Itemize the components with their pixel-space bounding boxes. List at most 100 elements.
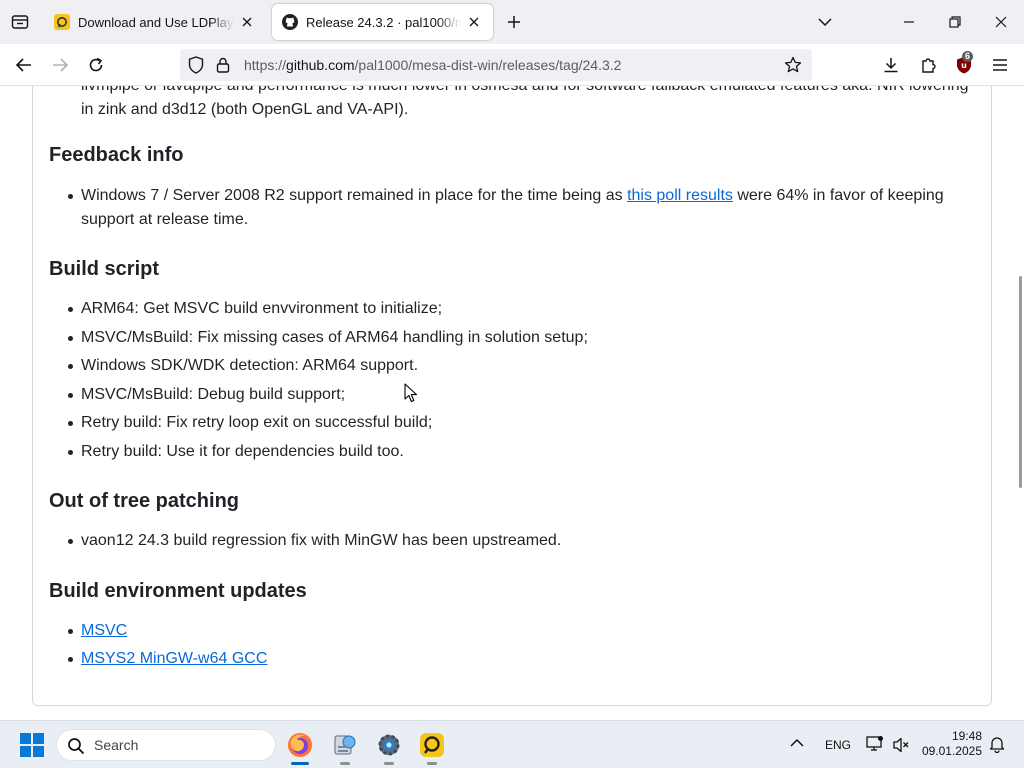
language-indicator[interactable]: ENG bbox=[825, 738, 851, 752]
minimize-button[interactable] bbox=[886, 0, 932, 44]
firefox-icon bbox=[288, 733, 312, 757]
tab-title: Release 24.3.2 · pal1000/mesa-dist-win bbox=[306, 14, 461, 30]
network-monitor-icon bbox=[866, 736, 883, 751]
feedback-text-after: were 64% in favor of keeping bbox=[732, 187, 944, 204]
url-path: /pal1000/mesa-dist-win/releases/tag/24.3… bbox=[354, 57, 622, 73]
ldplayer-favicon bbox=[54, 14, 70, 30]
speaker-muted-icon bbox=[893, 737, 909, 753]
ldplayer-icon bbox=[420, 733, 444, 757]
tracking-protection-icon[interactable] bbox=[188, 56, 204, 79]
feedback-list: Windows 7 / Server 2008 R2 support remai… bbox=[49, 184, 949, 232]
list-item: vaon12 24.3 build regression fix with Mi… bbox=[49, 529, 561, 553]
mouse-cursor-icon bbox=[404, 383, 418, 408]
feedback-text-line2: support at release time. bbox=[81, 211, 249, 228]
puzzle-icon bbox=[922, 58, 936, 73]
search-icon bbox=[67, 737, 85, 760]
clock-time: 19:48 bbox=[951, 729, 982, 743]
notifications-button[interactable] bbox=[988, 735, 1006, 756]
clock-date: 09.01.2025 bbox=[921, 744, 982, 758]
network-status[interactable] bbox=[866, 735, 884, 756]
page-viewport: llvmpipe or lavapipe and performance is … bbox=[0, 86, 1024, 720]
reload-icon bbox=[89, 57, 103, 72]
intro-text-line2: in zink and d3d12 (both OpenGL and VA-AP… bbox=[81, 101, 409, 118]
build-script-list: ARM64: Get MSVC build envvironment to in… bbox=[49, 297, 588, 464]
svg-text:u: u bbox=[961, 61, 967, 70]
taskbar-search-box[interactable]: Search bbox=[56, 729, 276, 761]
app-menu-button[interactable] bbox=[985, 51, 1015, 79]
tab-title: Download and Use LDPlayer on bbox=[78, 14, 234, 30]
list-all-tabs-button[interactable] bbox=[814, 11, 836, 33]
close-tab-icon[interactable] bbox=[465, 13, 483, 31]
system-clock[interactable]: 19:48 09.01.2025 bbox=[918, 729, 982, 759]
arrow-left-icon bbox=[16, 58, 31, 72]
close-window-button[interactable] bbox=[978, 0, 1024, 44]
download-icon bbox=[884, 58, 898, 73]
chevron-down-icon bbox=[818, 18, 832, 26]
restore-button[interactable] bbox=[932, 0, 978, 44]
arrow-right-icon bbox=[53, 58, 68, 72]
restore-icon bbox=[949, 16, 961, 28]
taskbar-ldplayer[interactable] bbox=[414, 727, 450, 765]
extension-badge-count: 6 bbox=[962, 51, 974, 62]
msys2-mingw-gcc-link[interactable]: MSYS2 MinGW-w64 GCC bbox=[81, 650, 267, 667]
minimize-icon bbox=[904, 21, 914, 23]
hamburger-menu-icon bbox=[993, 59, 1007, 71]
extensions-button[interactable] bbox=[913, 51, 943, 79]
chevron-up-icon bbox=[790, 738, 804, 747]
github-favicon bbox=[282, 14, 298, 30]
url-prefix: https:// bbox=[244, 57, 287, 73]
volume-status[interactable] bbox=[892, 736, 910, 757]
tab-github-release[interactable]: Release 24.3.2 · pal1000/mesa-dist-win bbox=[272, 4, 493, 40]
tab-strip: Download and Use LDPlayer on Release 24.… bbox=[0, 0, 1024, 44]
active-indicator bbox=[291, 762, 309, 765]
heading-build-environment-updates: Build environment updates bbox=[49, 580, 307, 602]
bookmark-star-icon[interactable] bbox=[784, 56, 802, 79]
heading-build-script: Build script bbox=[49, 258, 160, 280]
tab-ldplayer[interactable]: Download and Use LDPlayer on bbox=[44, 4, 266, 40]
list-item: MSVC/MsBuild: Debug build support; bbox=[49, 383, 588, 407]
scrollbar-thumb[interactable] bbox=[1019, 276, 1022, 488]
navigation-toolbar: https://github.com/pal1000/mesa-dist-win… bbox=[0, 44, 1024, 86]
taskbar-firefox[interactable] bbox=[282, 727, 318, 765]
heading-out-of-tree-patching: Out of tree patching bbox=[49, 490, 239, 512]
address-bar[interactable]: https://github.com/pal1000/mesa-dist-win… bbox=[180, 49, 812, 81]
url-text[interactable]: https://github.com/pal1000/mesa-dist-win… bbox=[244, 57, 621, 73]
lock-icon[interactable] bbox=[216, 57, 230, 78]
running-indicator bbox=[427, 762, 437, 765]
downloads-button[interactable] bbox=[876, 51, 906, 79]
poll-results-link[interactable]: this poll results bbox=[627, 187, 733, 204]
search-placeholder: Search bbox=[94, 737, 139, 753]
feedback-text-before: Windows 7 / Server 2008 R2 support remai… bbox=[81, 187, 628, 204]
list-item: MSVC bbox=[49, 619, 267, 643]
taskbar-app-2[interactable] bbox=[327, 727, 363, 765]
back-button[interactable] bbox=[9, 51, 39, 79]
build-env-list: MSVC MSYS2 MinGW-w64 GCC bbox=[49, 619, 267, 671]
plus-icon bbox=[508, 16, 520, 28]
windows-logo-icon bbox=[20, 733, 44, 757]
close-tab-icon[interactable] bbox=[238, 13, 256, 31]
new-tab-button[interactable] bbox=[503, 11, 525, 33]
list-item: MSYS2 MinGW-w64 GCC bbox=[49, 647, 267, 671]
forward-button[interactable] bbox=[45, 51, 75, 79]
windows-taskbar: Search ENG 19:48 09.01.2025 bbox=[0, 720, 1024, 768]
taskbar-settings[interactable] bbox=[371, 727, 407, 765]
intro-text-line1: llvmpipe or lavapipe and performance is … bbox=[81, 86, 969, 98]
reload-button[interactable] bbox=[81, 51, 111, 79]
list-item: Retry build: Fix retry loop exit on succ… bbox=[49, 411, 588, 435]
start-button[interactable] bbox=[20, 733, 44, 757]
app-utility-icon bbox=[334, 735, 356, 755]
list-item: Windows SDK/WDK detection: ARM64 support… bbox=[49, 354, 588, 378]
list-item: Retry build: Use it for dependencies bui… bbox=[49, 440, 588, 464]
page-scrollbar[interactable] bbox=[1016, 86, 1024, 720]
firefox-view-button[interactable] bbox=[6, 9, 34, 35]
list-item: ARM64: Get MSVC build envvironment to in… bbox=[49, 297, 588, 321]
url-host: github.com bbox=[286, 57, 355, 73]
firefox-view-icon bbox=[11, 15, 29, 29]
msvc-link[interactable]: MSVC bbox=[81, 622, 127, 639]
close-icon bbox=[995, 16, 1007, 28]
settings-gear-icon bbox=[378, 734, 400, 756]
heading-feedback-info: Feedback info bbox=[49, 144, 184, 166]
bell-icon bbox=[989, 737, 1005, 754]
out-of-tree-list: vaon12 24.3 build regression fix with Mi… bbox=[49, 529, 561, 553]
show-hidden-icons-button[interactable] bbox=[790, 737, 804, 751]
